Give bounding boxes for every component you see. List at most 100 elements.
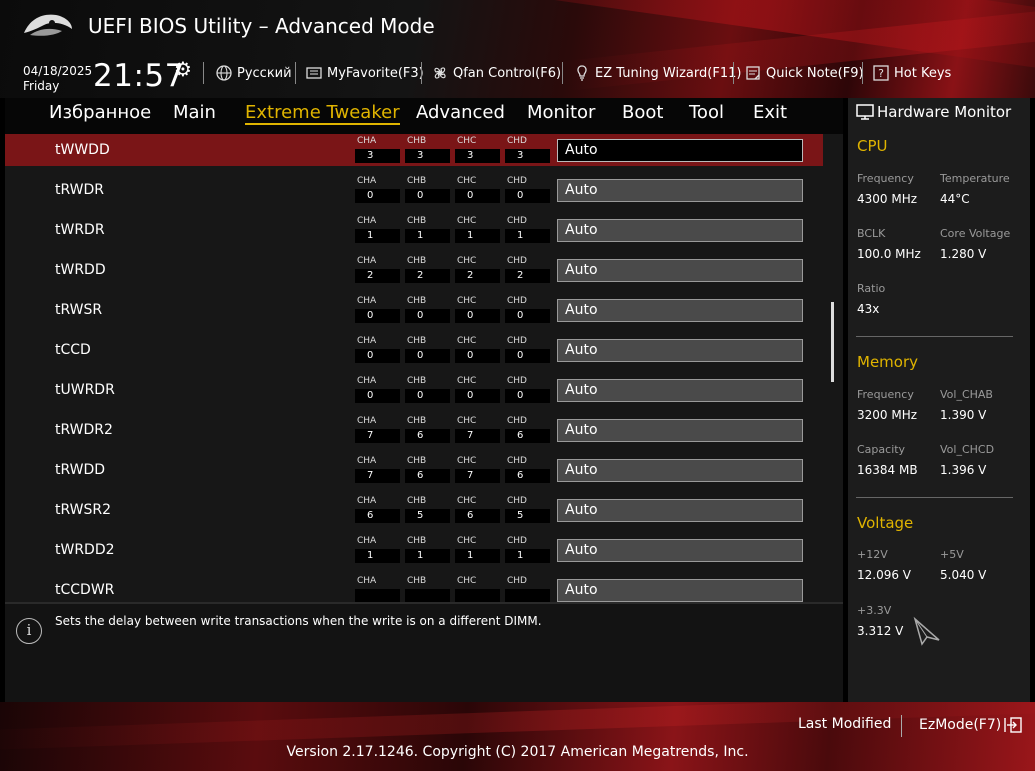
channel-value-box: CHB 2: [405, 256, 450, 283]
v5-label: +5V: [940, 548, 964, 561]
channel-value: 3: [355, 149, 400, 163]
tab-exit[interactable]: Exit: [753, 102, 787, 123]
myfavorite-button[interactable]: MyFavorite(F3): [305, 62, 424, 84]
setting-row[interactable]: tRWSR CHA 0 CHB 0 CHC 0 CHD 0 Auto: [5, 294, 823, 334]
setting-row[interactable]: tRWSR2 CHA 6 CHB 5 CHC 6 CHD 5 Auto: [5, 494, 823, 534]
channel-value: [355, 589, 400, 602]
setting-value-field[interactable]: Auto: [557, 139, 803, 162]
channel-value: 5: [505, 509, 550, 523]
setting-row[interactable]: tCCD CHA 0 CHB 0 CHC 0 CHD 0 Auto: [5, 334, 823, 374]
setting-row[interactable]: tWRDR CHA 1 CHB 1 CHC 1 CHD 1 Auto: [5, 214, 823, 254]
tab-boot[interactable]: Boot: [622, 102, 663, 123]
hardware-monitor-panel: Hardware Monitor CPU Frequency Temperatu…: [848, 98, 1030, 702]
setting-value-field[interactable]: Auto: [557, 259, 803, 282]
core-voltage-label: Core Voltage: [940, 227, 1011, 240]
channel-name: CHB: [407, 136, 427, 146]
tab-main[interactable]: Main: [173, 102, 216, 123]
language-button[interactable]: Русский: [215, 62, 292, 84]
channel-name: CHC: [457, 336, 477, 346]
channel-value: 0: [505, 349, 550, 363]
quick-note-label: Quick Note(F9): [766, 65, 864, 81]
channel-value: 6: [455, 509, 500, 523]
tab-advanced[interactable]: Advanced: [416, 102, 505, 123]
channel-value: 7: [455, 429, 500, 443]
tab-tool[interactable]: Tool: [689, 102, 724, 123]
setting-label: tWRDD: [55, 262, 106, 278]
ezmode-button[interactable]: EzMode(F7): [919, 716, 1023, 734]
gear-icon[interactable]: ⚙: [174, 57, 192, 81]
vol-chcd-label: Vol_CHCD: [940, 443, 995, 456]
channel-value: 0: [455, 349, 500, 363]
v33-value: 3.312 V: [857, 624, 904, 638]
channel-value: 3: [505, 149, 550, 163]
channel-name: CHA: [357, 376, 377, 386]
channel-value: 0: [505, 189, 550, 203]
setting-value-field[interactable]: Auto: [557, 219, 803, 242]
setting-value-field[interactable]: Auto: [557, 379, 803, 402]
channel-name: CHB: [407, 336, 427, 346]
tab-monitor[interactable]: Monitor: [527, 102, 595, 123]
qfan-button[interactable]: Qfan Control(F6): [431, 62, 561, 84]
setting-row[interactable]: tWWDD CHA 3 CHB 3 CHC 3 CHD 3 Auto: [5, 134, 823, 166]
bulb-icon: [577, 65, 587, 81]
bclk-label: BCLK: [857, 227, 886, 240]
setting-row[interactable]: tUWRDR CHA 0 CHB 0 CHC 0 CHD 0 Auto: [5, 374, 823, 414]
channel-name: CHD: [507, 256, 527, 266]
setting-value-field[interactable]: Auto: [557, 539, 803, 562]
channel-value-box: CHD 0: [505, 336, 550, 363]
voltage-section-title: Voltage: [857, 514, 914, 532]
channel-value-box: CHA 3: [355, 136, 400, 163]
setting-value-field[interactable]: Auto: [557, 499, 803, 522]
channel-value: 2: [505, 269, 550, 283]
setting-value-field[interactable]: Auto: [557, 299, 803, 322]
setting-row[interactable]: tWRDD CHA 2 CHB 2 CHC 2 CHD 2 Auto: [5, 254, 823, 294]
time-display: 21:57: [93, 58, 185, 94]
channel-value: [505, 589, 550, 602]
setting-row[interactable]: tRWDD CHA 7 CHB 6 CHC 7 CHD 6 Auto: [5, 454, 823, 494]
quick-note-button[interactable]: Quick Note(F9): [744, 62, 864, 84]
setting-label: tRWDR: [55, 182, 104, 198]
channel-value-box: CHA 0: [355, 296, 400, 323]
exit-arrow-icon: [1004, 717, 1022, 733]
channel-name: CHB: [407, 496, 427, 506]
setting-value-field[interactable]: Auto: [557, 579, 803, 602]
v12-value: 12.096 V: [857, 568, 912, 582]
channel-value: 5: [405, 509, 450, 523]
setting-row[interactable]: tCCDWR CHA CHB CHC CHD Auto: [5, 574, 823, 602]
mouse-cursor-icon: [913, 616, 940, 646]
setting-row[interactable]: tWRDD2 CHA 1 CHB 1 CHC 1 CHD 1 Auto: [5, 534, 823, 574]
channel-value-box: CHB 0: [405, 176, 450, 203]
channel-value-box: CHD 0: [505, 296, 550, 323]
settings-list: tWWDD CHA 3 CHB 3 CHC 3 CHD 3 Auto tRWDR CHA 0 CHB 0 CH…: [5, 134, 843, 602]
channel-name: CHB: [407, 216, 427, 226]
help-text: Sets the delay between write transaction…: [55, 614, 542, 628]
channel-value: 1: [355, 549, 400, 563]
channel-value: 1: [455, 549, 500, 563]
channel-value: 0: [355, 309, 400, 323]
setting-value-field[interactable]: Auto: [557, 339, 803, 362]
channel-value-box: CHC 7: [455, 416, 500, 443]
scrollbar[interactable]: [831, 302, 834, 382]
bclk-value: 100.0 MHz: [857, 247, 921, 261]
setting-row[interactable]: tRWDR2 CHA 7 CHB 6 CHC 7 CHD 6 Auto: [5, 414, 823, 454]
channel-name: CHC: [457, 136, 477, 146]
channel-value-box: CHD 5: [505, 496, 550, 523]
tab-favorites[interactable]: Избранное: [49, 102, 151, 123]
setting-row[interactable]: tRWDR CHA 0 CHB 0 CHC 0 CHD 0 Auto: [5, 174, 823, 214]
ez-tuning-button[interactable]: EZ Tuning Wizard(F11): [573, 62, 741, 84]
setting-value-field[interactable]: Auto: [557, 419, 803, 442]
channel-value-box: CHA 0: [355, 176, 400, 203]
channel-value-box: CHC 0: [455, 176, 500, 203]
core-voltage-value: 1.280 V: [940, 247, 987, 261]
setting-value-field[interactable]: Auto: [557, 179, 803, 202]
vol-chab-label: Vol_CHAB: [940, 388, 993, 401]
tab-extreme-tweaker[interactable]: Extreme Tweaker: [245, 102, 400, 125]
main-tab-bar: Избранное Main Extreme Tweaker Advanced …: [5, 98, 843, 134]
cpu-temperature-label: Temperature: [940, 172, 1010, 185]
v5-value: 5.040 V: [940, 568, 987, 582]
last-modified-button[interactable]: Last Modified: [798, 716, 891, 732]
hot-keys-button[interactable]: ? Hot Keys: [872, 62, 951, 84]
channel-name: CHA: [357, 496, 377, 506]
channel-name: CHB: [407, 536, 427, 546]
setting-value-field[interactable]: Auto: [557, 459, 803, 482]
